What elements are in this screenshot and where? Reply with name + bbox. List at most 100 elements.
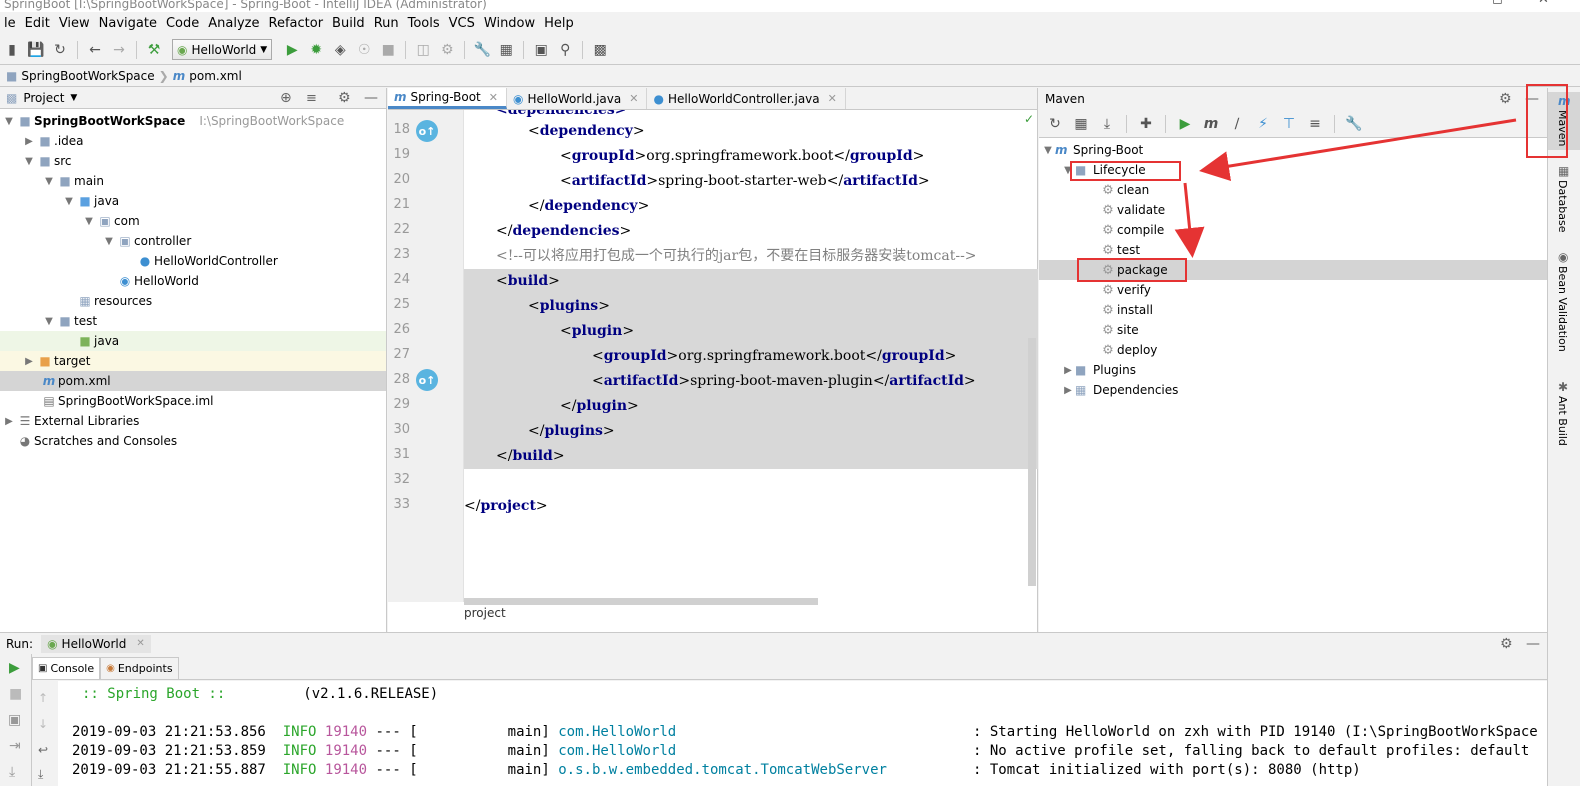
run-icon[interactable]: ▶ xyxy=(282,39,302,61)
reload-icon[interactable]: ↻ xyxy=(1045,113,1065,135)
chevron-down-icon[interactable]: ▼ xyxy=(70,93,77,103)
generate-sources-icon[interactable]: ▦ xyxy=(1071,113,1091,135)
exit-icon[interactable]: ⇥ xyxy=(9,738,21,754)
menu-navigate[interactable]: Navigate xyxy=(95,16,162,31)
tree-node-com[interactable]: ▼ ▣ com xyxy=(0,211,386,231)
project-structure-icon[interactable]: ▦ xyxy=(496,39,516,61)
chevron-down-icon[interactable]: ▼ xyxy=(1041,145,1055,156)
console-output[interactable]: :: Spring Boot :: (v2.1.6.RELEASE) 2019-0… xyxy=(58,681,1547,786)
profile-icon[interactable]: ☉ xyxy=(354,39,374,61)
chevron-down-icon[interactable]: ▼ xyxy=(2,116,16,127)
tree-node-iml[interactable]: ▤ SpringBootWorkSpace.iml xyxy=(0,391,386,411)
maximize-icon[interactable]: ◻ xyxy=(1492,0,1503,6)
maven-dependencies-node[interactable]: ▶ ▦ Dependencies xyxy=(1039,380,1547,400)
add-icon[interactable]: ✚ xyxy=(1136,113,1156,135)
collapse-icon[interactable]: ≡ xyxy=(1305,113,1325,135)
tree-node-scratches[interactable]: ◕ Scratches and Consoles xyxy=(0,431,386,451)
search-icon[interactable]: ⚲ xyxy=(555,39,575,61)
tool-tab-ant-build[interactable]: Ant Build xyxy=(1556,396,1569,446)
close-icon[interactable]: ✕ xyxy=(828,92,837,105)
breadcrumb-file[interactable]: pom.xml xyxy=(189,69,242,83)
override-gutter-icon[interactable]: o↑ xyxy=(416,120,438,142)
tree-node-pom[interactable]: m pom.xml xyxy=(0,371,386,391)
maven-goal-test[interactable]: ⚙ test xyxy=(1039,240,1547,260)
tree-node-external-libraries[interactable]: ▶ ☰ External Libraries xyxy=(0,411,386,431)
tree-node-main[interactable]: ▼ ■ main xyxy=(0,171,386,191)
tab-helloworldcontroller-java[interactable]: ● HelloWorldController.java ✕ xyxy=(647,88,846,109)
wrench-icon[interactable]: 🔧 xyxy=(1344,113,1364,135)
maven-goal-install[interactable]: ⚙ install xyxy=(1039,300,1547,320)
tool-tab-bean-validation[interactable]: Bean Validation xyxy=(1556,266,1569,352)
terminal-icon[interactable]: ▣ xyxy=(531,39,551,61)
soft-wrap-icon[interactable]: ↩ xyxy=(38,743,48,757)
vcs-icon[interactable]: ⚙ xyxy=(437,39,457,61)
menu-code[interactable]: Code xyxy=(162,16,204,31)
gear-icon[interactable]: ⚙ xyxy=(1499,91,1512,107)
menu-edit[interactable]: Edit xyxy=(21,16,55,31)
tree-node-controller[interactable]: ▼ ▣ controller xyxy=(0,231,386,251)
stop-icon[interactable]: ■ xyxy=(9,686,22,702)
horizontal-scrollbar[interactable] xyxy=(464,598,818,605)
tree-node-workspace[interactable]: ▼ ■ SpringBootWorkSpace I:\SpringBootWor… xyxy=(0,111,386,131)
tab-console[interactable]: ▣ Console xyxy=(32,657,101,679)
sync-icon[interactable]: ↻ xyxy=(50,39,70,61)
menu-refactor[interactable]: Refactor xyxy=(265,16,329,31)
tree-node-test-java[interactable]: ■ java xyxy=(0,331,386,351)
code-area[interactable]: <dependencies> <dependency> <groupId>org… xyxy=(464,110,1038,602)
minimize-icon[interactable]: — xyxy=(1448,0,1461,6)
project-panel-title[interactable]: Project xyxy=(23,91,64,105)
collapse-icon[interactable]: ≡ xyxy=(306,91,317,106)
tree-node-idea[interactable]: ▶ ■ .idea xyxy=(0,131,386,151)
run-config-tab[interactable]: ◉ HelloWorld ✕ xyxy=(41,634,151,653)
camera-icon[interactable]: ▣ xyxy=(8,712,21,728)
maven-goal-verify[interactable]: ⚙ verify xyxy=(1039,280,1547,300)
coverage-icon[interactable]: ◈ xyxy=(330,39,350,61)
menu-view[interactable]: View xyxy=(55,16,95,31)
chevron-down-icon[interactable]: ▼ xyxy=(22,156,36,167)
show-dependencies-icon[interactable]: ⊤ xyxy=(1279,113,1299,135)
tree-node-test[interactable]: ▼ ■ test xyxy=(0,311,386,331)
tree-node-java[interactable]: ▼ ■ java xyxy=(0,191,386,211)
tab-helloworld-java[interactable]: ◉ HelloWorld.java ✕ xyxy=(507,88,648,109)
tool-tab-database[interactable]: Database xyxy=(1556,180,1569,233)
menu-tools[interactable]: Tools xyxy=(404,16,445,31)
menu-window[interactable]: Window xyxy=(480,16,540,31)
maven-goal-site[interactable]: ⚙ site xyxy=(1039,320,1547,340)
chevron-down-icon[interactable]: ▼ xyxy=(82,216,96,227)
override-gutter-icon[interactable]: o↑ xyxy=(416,369,438,391)
chevron-right-icon[interactable]: ▶ xyxy=(1061,365,1075,376)
tree-node-resources[interactable]: ▦ resources xyxy=(0,291,386,311)
wrench-icon[interactable]: 🔧 xyxy=(472,39,492,61)
presentation-icon[interactable]: ▩ xyxy=(590,39,610,61)
locate-icon[interactable]: ⊕ xyxy=(280,90,292,106)
tree-node-helloworld[interactable]: ◉ HelloWorld xyxy=(0,271,386,291)
attach-icon[interactable]: ◫ xyxy=(413,39,433,61)
back-icon[interactable]: ← xyxy=(85,39,105,61)
skip-tests-icon[interactable]: ⚡ xyxy=(1253,113,1273,135)
chevron-down-icon[interactable]: ▼ xyxy=(102,236,116,247)
close-icon[interactable]: ✕ xyxy=(489,91,498,104)
menu-build[interactable]: Build xyxy=(328,16,370,31)
tab-spring-boot[interactable]: m Spring-Boot ✕ xyxy=(388,88,507,109)
maven-project-node[interactable]: ▼ m Spring-Boot xyxy=(1039,140,1547,160)
build-hammer-icon[interactable]: ⚒ xyxy=(144,39,164,61)
chevron-right-icon[interactable]: ▶ xyxy=(22,356,36,367)
chevron-down-icon[interactable]: ▼ xyxy=(62,196,76,207)
chevron-down-icon[interactable]: ▼ xyxy=(42,176,56,187)
tab-endpoints[interactable]: ◉ Endpoints xyxy=(100,657,179,679)
maven-plugins-node[interactable]: ▶ ■ Plugins xyxy=(1039,360,1547,380)
rerun-icon[interactable]: ▶ xyxy=(9,660,20,676)
maven-goal-deploy[interactable]: ⚙ deploy xyxy=(1039,340,1547,360)
close-icon[interactable]: ✕ xyxy=(629,92,638,105)
chevron-right-icon[interactable]: ▶ xyxy=(2,416,16,427)
tree-node-helloworldcontroller[interactable]: ● HelloWorldController xyxy=(0,251,386,271)
stop-icon[interactable]: ■ xyxy=(378,39,398,61)
forward-icon[interactable]: → xyxy=(109,39,129,61)
maven-goal-clean[interactable]: ⚙ clean xyxy=(1039,180,1547,200)
maven-goal-validate[interactable]: ⚙ validate xyxy=(1039,200,1547,220)
chevron-right-icon[interactable]: ▶ xyxy=(1061,385,1075,396)
down-arrow-icon[interactable]: ↓ xyxy=(38,717,48,731)
menu-file[interactable]: le xyxy=(0,16,21,31)
download-icon[interactable]: ⤓ xyxy=(1097,113,1117,135)
menu-analyze[interactable]: Analyze xyxy=(204,16,264,31)
